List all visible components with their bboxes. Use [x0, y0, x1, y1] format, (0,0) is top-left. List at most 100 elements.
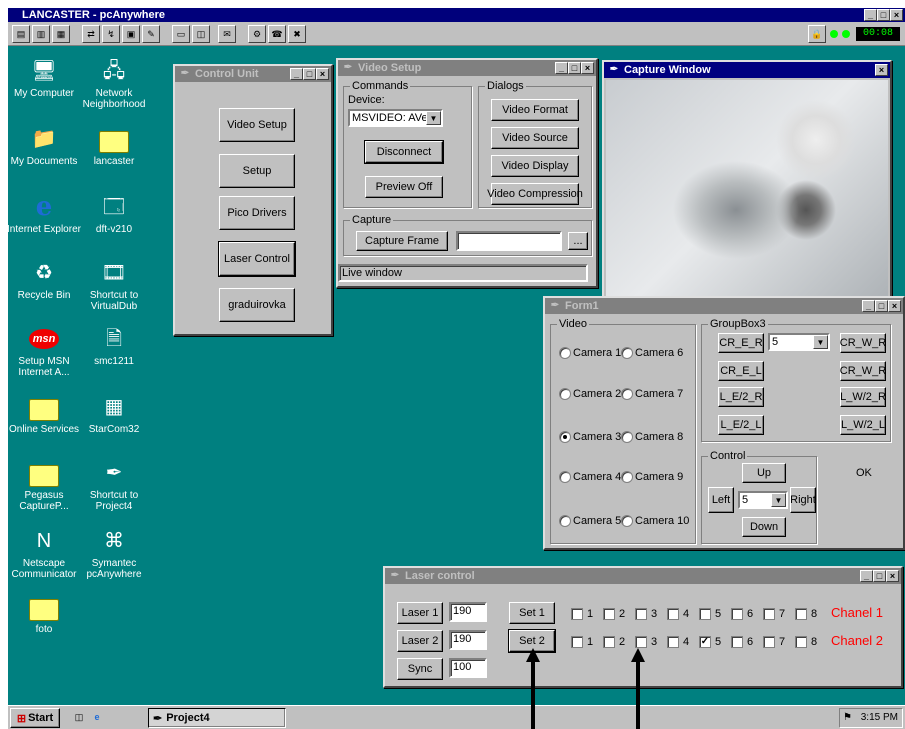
camera-radio[interactable] — [559, 347, 571, 359]
set1-button[interactable]: Set 1 — [509, 602, 555, 624]
close-icon[interactable]: × — [581, 62, 594, 74]
video-format-button[interactable]: Video Format — [491, 99, 579, 121]
maximize-icon[interactable]: □ — [873, 570, 886, 582]
desktop-icon[interactable]: ⌘ Symantec pcAnywhere — [74, 526, 154, 581]
toolbar-btn-7-icon[interactable]: ✎ — [142, 25, 160, 43]
video-display-button[interactable]: Video Display — [491, 155, 579, 177]
desktop-icon[interactable]: ✒ Shortcut to Project4 — [74, 458, 154, 513]
cr-e-r-button[interactable]: CR_E_R — [718, 333, 764, 353]
l-e2-l-button[interactable]: L_E/2_L — [718, 415, 764, 435]
internet-explorer-icon[interactable]: e — [88, 709, 106, 727]
left-button[interactable]: Left — [708, 487, 734, 513]
graduirovka-button[interactable]: graduirovka — [219, 288, 295, 322]
camera-radio[interactable] — [621, 515, 633, 527]
tray-icon[interactable]: ⚑ — [843, 709, 852, 727]
sync-input[interactable]: 100 — [449, 658, 487, 678]
video-compression-button[interactable]: Video Compression — [487, 183, 583, 205]
toolbar-btn-5-icon[interactable]: ↯ — [102, 25, 120, 43]
task-project4[interactable]: ✒ Project4 — [148, 708, 286, 728]
show-desktop-icon[interactable]: ◫ — [70, 709, 88, 727]
desktop-icon[interactable]: 🗔 dft-v210 — [74, 192, 154, 236]
pico-drivers-button[interactable]: Pico Drivers — [219, 196, 295, 230]
capture-frame-button[interactable]: Capture Frame — [356, 231, 448, 251]
close-icon[interactable]: × — [875, 64, 888, 76]
channel-checkbox[interactable] — [731, 608, 743, 620]
desktop-icon[interactable]: 🖧 Network Neighborhood — [74, 56, 154, 111]
desktop-icon[interactable]: Online Services — [8, 392, 84, 435]
channel-checkbox[interactable] — [571, 608, 583, 620]
minimize-icon[interactable]: _ — [290, 68, 303, 80]
channel-checkbox[interactable] — [571, 636, 583, 648]
camera-radio[interactable] — [559, 431, 571, 443]
desktop-icon[interactable]: lancaster — [74, 124, 154, 167]
channel-checkbox[interactable] — [699, 608, 711, 620]
camera-radio[interactable] — [559, 515, 571, 527]
camera-radio[interactable] — [559, 388, 571, 400]
cr-w-r-2-button[interactable]: CR_W_R — [840, 361, 886, 381]
camera-radio[interactable] — [621, 431, 633, 443]
desktop-icon[interactable]: Pegasus CaptureP... — [8, 458, 84, 512]
start-button[interactable]: ⊞ Start — [10, 708, 60, 728]
step-select[interactable]: 5 ▼ — [738, 491, 788, 509]
desktop-icon[interactable]: 🗎 smc1211 — [74, 324, 154, 368]
channel-checkbox[interactable] — [763, 608, 775, 620]
desktop-icon[interactable]: 📁 My Documents — [8, 124, 84, 168]
toolbar-btn-2-icon[interactable]: ▥ — [32, 25, 50, 43]
camera-radio[interactable] — [621, 347, 633, 359]
disconnect-button[interactable]: Disconnect — [364, 140, 444, 164]
l-e2-r-button[interactable]: L_E/2_R — [718, 387, 764, 407]
desktop-icon[interactable]: 🖥 My Computer — [8, 56, 84, 100]
sync-button[interactable]: Sync — [397, 658, 443, 680]
l-w2-r-button[interactable]: L_W/2_R — [840, 387, 886, 407]
cr-e-l-button[interactable]: CR_E_L — [718, 361, 764, 381]
groupbox3-select[interactable]: 5 ▼ — [768, 333, 830, 351]
camera-radio[interactable] — [621, 388, 633, 400]
desktop-icon[interactable]: msn Setup MSN Internet A... — [8, 324, 84, 378]
l-w2-l-button[interactable]: L_W/2_L — [840, 415, 886, 435]
desktop-icon[interactable]: foto — [8, 592, 84, 635]
channel-checkbox[interactable] — [795, 636, 807, 648]
laser1-input[interactable]: 190 — [449, 602, 487, 622]
camera-radio[interactable] — [559, 471, 571, 483]
setup-button[interactable]: Setup — [219, 154, 295, 188]
chevron-down-icon[interactable]: ▼ — [771, 493, 786, 507]
channel-checkbox[interactable] — [603, 636, 615, 648]
laser2-input[interactable]: 190 — [449, 630, 487, 650]
toolbar-btn-11-icon[interactable]: ⚙ — [248, 25, 266, 43]
toolbar-btn-6-icon[interactable]: ▣ — [122, 25, 140, 43]
maximize-icon[interactable]: □ — [568, 62, 581, 74]
toolbar-btn-12-icon[interactable]: ☎ — [268, 25, 286, 43]
channel-checkbox[interactable] — [635, 608, 647, 620]
minimize-icon[interactable]: _ — [862, 300, 875, 312]
cr-w-r-button[interactable]: CR_W_R — [840, 333, 886, 353]
toolbar-btn-1-icon[interactable]: ▤ — [12, 25, 30, 43]
channel-checkbox[interactable] — [667, 608, 679, 620]
channel-checkbox[interactable] — [603, 608, 615, 620]
desktop-icon[interactable]: 🎞 Shortcut to VirtualDub — [74, 258, 154, 313]
maximize-icon[interactable]: □ — [877, 9, 890, 21]
browse-button[interactable]: ... — [568, 232, 588, 250]
channel-checkbox[interactable]: ✓ — [699, 636, 711, 648]
minimize-icon[interactable]: _ — [860, 570, 873, 582]
laser2-button[interactable]: Laser 2 — [397, 630, 443, 652]
toolbar-btn-9-icon[interactable]: ◫ — [192, 25, 210, 43]
device-select[interactable]: MSVIDEO: AVerM ▼ — [348, 109, 443, 127]
chevron-down-icon[interactable]: ▼ — [813, 335, 828, 349]
channel-checkbox[interactable] — [763, 636, 775, 648]
maximize-icon[interactable]: □ — [303, 68, 316, 80]
desktop-icon[interactable]: N Netscape Communicator — [8, 526, 84, 581]
right-button[interactable]: Right — [790, 487, 816, 513]
minimize-icon[interactable]: _ — [555, 62, 568, 74]
close-icon[interactable]: × — [886, 570, 899, 582]
channel-checkbox[interactable] — [795, 608, 807, 620]
toolbar-btn-10-icon[interactable]: ✉ — [218, 25, 236, 43]
video-setup-button[interactable]: Video Setup — [219, 108, 295, 142]
channel-checkbox[interactable] — [731, 636, 743, 648]
close-icon[interactable]: × — [890, 9, 903, 21]
up-button[interactable]: Up — [742, 463, 786, 483]
preview-off-button[interactable]: Preview Off — [365, 176, 443, 198]
camera-radio[interactable] — [621, 471, 633, 483]
laser-control-button[interactable]: Laser Control — [218, 241, 296, 277]
channel-checkbox[interactable] — [667, 636, 679, 648]
close-icon[interactable]: × — [888, 300, 901, 312]
